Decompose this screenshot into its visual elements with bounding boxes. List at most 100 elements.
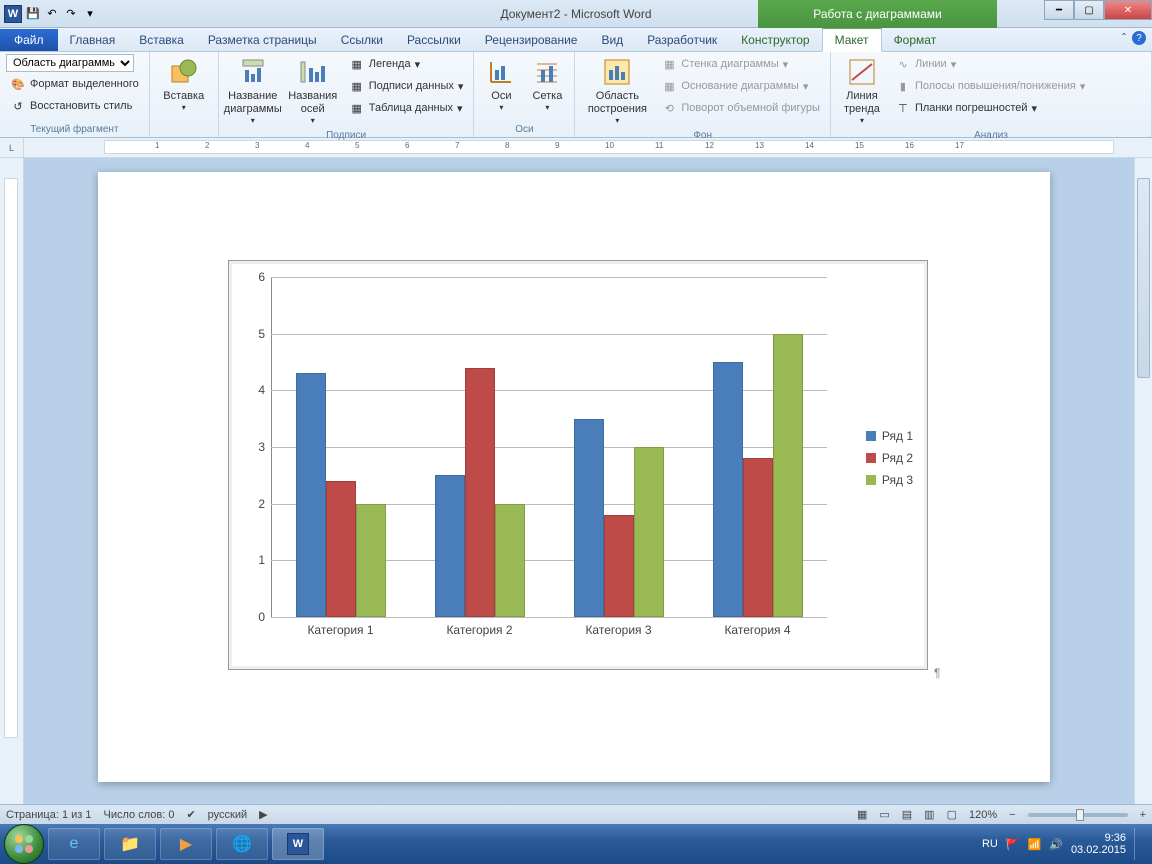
group-label-selection: Текущий фрагмент [6, 122, 143, 137]
ie-icon: e [70, 835, 79, 853]
legend-label: Ряд 2 [882, 451, 913, 465]
legend-item[interactable]: Ряд 1 [866, 429, 913, 443]
tray-lang[interactable]: RU [982, 838, 998, 850]
tab-references[interactable]: Ссылки [329, 29, 395, 51]
plot-area[interactable]: 0123456Категория 1Категория 2Категория 3… [271, 277, 827, 617]
scrollbar-thumb[interactable] [1137, 178, 1150, 378]
minimize-ribbon-icon[interactable]: ˆ [1122, 31, 1126, 45]
chart-legend[interactable]: Ряд 1 Ряд 2 Ряд 3 [866, 421, 913, 495]
plot-area-button[interactable]: Область построения▾ [581, 54, 653, 128]
format-selection-icon: 🎨 [10, 76, 26, 92]
tab-chart-design[interactable]: Конструктор [729, 29, 821, 51]
view-web-icon[interactable]: ▤ [902, 808, 912, 821]
legend-item[interactable]: Ряд 2 [866, 451, 913, 465]
minimize-button[interactable]: ━ [1044, 0, 1074, 20]
bar[interactable] [743, 458, 773, 617]
zoom-knob[interactable] [1076, 809, 1084, 821]
bar-group[interactable] [713, 334, 803, 617]
page[interactable]: 0123456Категория 1Категория 2Категория 3… [98, 172, 1050, 782]
tab-page-layout[interactable]: Разметка страницы [196, 29, 329, 51]
bar-group[interactable] [574, 419, 664, 617]
bar[interactable] [634, 447, 664, 617]
tray-network-icon[interactable]: 📶 [1028, 838, 1042, 851]
tray-volume-icon[interactable]: 🔊 [1049, 838, 1063, 851]
error-bars-button[interactable]: ⊤Планки погрешностей ▾ [891, 98, 1089, 118]
horizontal-ruler[interactable]: 1234567891011121314151617 [104, 140, 1114, 154]
status-language[interactable]: русский [208, 809, 247, 821]
bar[interactable] [574, 419, 604, 617]
bar[interactable] [495, 504, 525, 617]
close-button[interactable]: ✕ [1104, 0, 1152, 20]
taskbar-ie[interactable]: e [48, 828, 100, 860]
view-outline-icon[interactable]: ▥ [924, 808, 934, 821]
trendline-button[interactable]: Линия тренда▾ [837, 54, 887, 128]
vertical-ruler[interactable] [0, 158, 24, 806]
data-table-button[interactable]: ▦Таблица данных ▾ [345, 98, 468, 118]
ruler-toggle-icon[interactable] [1134, 138, 1152, 157]
reset-style-button[interactable]: ↺Восстановить стиль [6, 96, 136, 116]
undo-icon[interactable]: ↶ [44, 6, 60, 22]
tab-mailings[interactable]: Рассылки [395, 29, 473, 51]
legend-label: Ряд 3 [882, 473, 913, 487]
maximize-button[interactable]: ▢ [1074, 0, 1104, 20]
status-page[interactable]: Страница: 1 из 1 [6, 809, 92, 821]
tab-review[interactable]: Рецензирование [473, 29, 590, 51]
taskbar-media[interactable]: ▶ [160, 828, 212, 860]
bar-group[interactable] [435, 368, 525, 617]
ribbon-group-background: Область построения▾ ▦Стенка диаграммы ▾ … [575, 52, 831, 137]
qa-more-icon[interactable]: ▾ [82, 6, 98, 22]
bar[interactable] [465, 368, 495, 617]
tray-flag-icon[interactable]: 🚩 [1006, 838, 1020, 851]
bar[interactable] [713, 362, 743, 617]
errorbars-icon: ⊤ [895, 100, 911, 116]
bar[interactable] [773, 334, 803, 617]
view-print-layout-icon[interactable]: ▦ [857, 808, 867, 821]
show-desktop-button[interactable] [1134, 828, 1142, 860]
bar[interactable] [326, 481, 356, 617]
gridlines-button[interactable]: Сетка▾ [526, 54, 568, 115]
legend-item[interactable]: Ряд 3 [866, 473, 913, 487]
legend-button[interactable]: ▦Легенда ▾ [345, 54, 468, 74]
data-labels-button[interactable]: ▦Подписи данных ▾ [345, 76, 468, 96]
chart-element-selector[interactable]: Область диаграммы [6, 54, 134, 72]
chart-title-button[interactable]: Название диаграммы▾ [225, 54, 281, 128]
tab-chart-layout[interactable]: Макет [822, 28, 882, 52]
view-draft-icon[interactable]: ▢ [947, 808, 957, 821]
status-word-count[interactable]: Число слов: 0 [104, 809, 175, 821]
bar[interactable] [296, 373, 326, 617]
bar[interactable] [604, 515, 634, 617]
taskbar-chrome[interactable]: 🌐 [216, 828, 268, 860]
axis-titles-button[interactable]: Названия осей▾ [285, 54, 341, 128]
axes-button[interactable]: Оси▾ [480, 54, 522, 115]
status-proofing-icon[interactable]: ✔ [186, 808, 195, 821]
taskbar-word[interactable]: W [272, 828, 324, 860]
taskbar-explorer[interactable]: 📁 [104, 828, 156, 860]
view-fullscreen-icon[interactable]: ▭ [879, 808, 889, 821]
tab-insert[interactable]: Вставка [127, 29, 196, 51]
tab-chart-format[interactable]: Формат [882, 29, 949, 51]
zoom-slider[interactable] [1028, 813, 1128, 817]
zoom-level[interactable]: 120% [969, 809, 997, 821]
zoom-out-button[interactable]: − [1009, 809, 1015, 821]
status-macro-icon[interactable]: ▶ [259, 808, 267, 821]
vertical-scrollbar[interactable] [1134, 158, 1152, 806]
save-icon[interactable]: 💾 [25, 6, 41, 22]
bar[interactable] [356, 504, 386, 617]
tab-file[interactable]: Файл [0, 29, 58, 51]
format-selection-button[interactable]: 🎨Формат выделенного [6, 74, 143, 94]
bar-group[interactable] [296, 373, 386, 617]
insert-button[interactable]: Вставка▾ [156, 54, 212, 115]
zoom-in-button[interactable]: + [1140, 809, 1146, 821]
document-scroll-area[interactable]: 0123456Категория 1Категория 2Категория 3… [24, 158, 1134, 806]
tray-clock[interactable]: 9:3603.02.2015 [1071, 832, 1126, 856]
chart-tools-contextual-header: Работа с диаграммами [758, 0, 997, 28]
chart-object[interactable]: 0123456Категория 1Категория 2Категория 3… [228, 260, 928, 670]
redo-icon[interactable]: ↷ [63, 6, 79, 22]
ribbon-group-labels: Название диаграммы▾ Названия осей▾ ▦Леге… [219, 52, 475, 137]
bar[interactable] [435, 475, 465, 617]
tab-home[interactable]: Главная [58, 29, 128, 51]
help-icon[interactable]: ? [1132, 31, 1146, 45]
start-button[interactable] [4, 824, 44, 864]
tab-developer[interactable]: Разработчик [635, 29, 729, 51]
tab-view[interactable]: Вид [589, 29, 635, 51]
